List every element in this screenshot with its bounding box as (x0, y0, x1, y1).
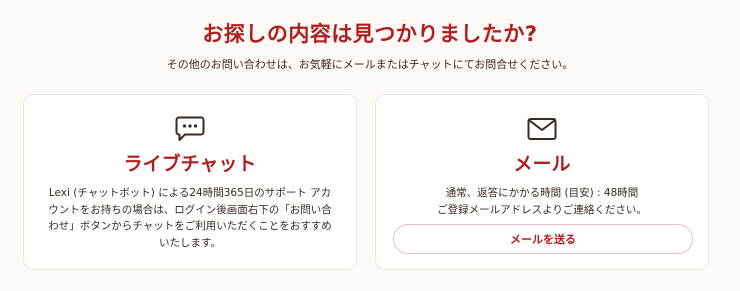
mail-description: 通常、返答にかかる時間 (目安) : 48時間 ご登録メールアドレスよりご連絡く… (394, 185, 690, 218)
live-chat-description-line: わせ」ボタンからチャットをご利用いただくことをおすすめ (48, 220, 332, 232)
live-chat-description: Lexi (チャットボット) による24時間365日のサポート アカ ウントをお… (42, 185, 338, 251)
mail-description-line: ご登録メールアドレスよりご連絡ください。 (437, 203, 647, 216)
live-chat-description-line: Lexi (チャットボット) による24時間365日のサポート アカ (48, 187, 332, 199)
live-chat-description-line: いたします。 (159, 236, 221, 249)
live-chat-title: ライブチャット (123, 153, 257, 175)
live-chat-card: ライブチャット Lexi (チャットボット) による24時間365日のサポート … (23, 94, 357, 270)
send-mail-button[interactable]: メールを送る (393, 224, 693, 254)
mail-description-line: 通常、返答にかかる時間 (目安) : 48時間 (445, 187, 639, 199)
chat-bubble-icon (174, 115, 206, 143)
page-title: お探しの内容は見つかりましたか? (202, 22, 538, 46)
mail-card: メール 通常、返答にかかる時間 (目安) : 48時間 ご登録メールアドレスより… (375, 94, 709, 270)
mail-title: メール (513, 153, 571, 175)
page-subtitle: その他のお問い合わせは、お気軽にメールまたはチャットにてお問合せください。 (166, 58, 574, 71)
live-chat-description-line: ウントをお持ちの場合は、ログイン後画面右下の「お問い合 (48, 203, 332, 216)
envelope-icon (526, 115, 558, 143)
